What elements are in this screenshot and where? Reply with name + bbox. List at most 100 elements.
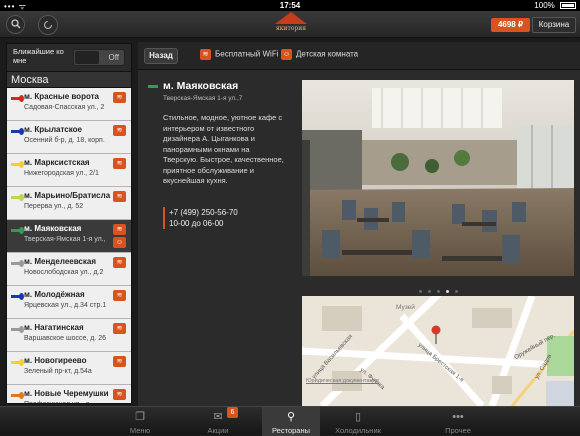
metro-line-icon [148,85,158,88]
restaurant-address: Профсоюзная ул., д. [24,401,91,403]
restaurant-station-name: м. Маяковская [163,80,239,92]
tab-location-pin[interactable]: ⚲ Рестораны [262,407,320,436]
metro-line-icon [11,293,24,300]
search-icon [10,19,20,29]
restaurant-detail-panel: Назад ≋ Бесплатный WiFi ☺ Детская комната … [138,42,580,406]
wifi-icon: ≋ [113,257,126,268]
wifi-icon: ≋ [113,224,126,235]
wifi-icon: ≋ [113,125,126,136]
restaurant-list-item[interactable]: м. Красные ворота Садовая-Спасская ул., 2… [7,88,131,121]
metro-line-icon [11,359,24,366]
metro-line-icon [11,260,24,267]
tab-fridge[interactable]: ▯ Холодильник [322,407,394,436]
location-map[interactable]: Музей улица Брестская 1-я улица Васильев… [302,296,574,406]
refresh-button[interactable] [38,15,58,35]
pager-dot[interactable] [454,290,458,293]
metro-line-icon [11,95,24,102]
restaurant-address: Перерва ул., д. 52 [24,203,84,210]
wifi-icon: ≋ [113,389,126,400]
restaurant-station-name: м. Новогиреево [24,356,87,365]
restaurant-list-item[interactable]: м. Новые Черемушки Профсоюзная ул., д. ≋ [7,385,131,403]
metro-line-icon [11,326,24,333]
pager-dot[interactable] [436,290,440,293]
restaurant-description: Стильное, модное, уютное кафе с интерьер… [163,113,284,185]
nearby-toggle[interactable]: Off [73,49,125,66]
status-time: 17:54 [279,1,301,10]
tab-label: Рестораны [272,426,310,435]
restaurant-list-item[interactable]: м. Нагатинская Варшавское шоссе, д. 26 ≋ [7,319,131,352]
fridge-icon: ▯ [354,411,362,423]
restaurant-station-name: м. Марксистская [24,158,90,167]
cart-total-button[interactable]: 4698 ₽ [491,18,530,32]
restaurant-photo[interactable] [302,80,574,276]
wifi-icon: ≋ [113,191,126,202]
pager-dot[interactable] [418,290,422,293]
photo-pager[interactable] [302,280,574,293]
metro-line-icon [11,227,24,234]
toggle-state-label: Off [108,53,119,62]
tab-gift[interactable]: ✉ Акции 6 [182,407,254,436]
restaurant-station-name: м. Крылатское [24,125,82,134]
back-button[interactable]: Назад [144,48,178,64]
detail-toolbar: Назад ≋ Бесплатный WiFi ☺ Детская комната [138,42,580,70]
top-navigation-bar: якитория 4698 ₽ Корзина [0,11,580,38]
tab-label: Акции [207,426,229,435]
brand-logo[interactable]: якитория [275,12,307,37]
restaurant-list-item[interactable]: м. Марксистская Нижегородская ул., 2/1 ≋ [7,154,131,187]
map-legal-link[interactable]: Юридическая документация [306,378,379,384]
restaurant-address: Нижегородская ул., 2/1 [24,170,99,177]
status-bar: ••• ᯤ 17:54 100% [0,0,580,11]
restaurant-station-name: м. Маяковская [24,224,82,233]
toggle-knob [75,51,99,64]
gift-icon: ✉ [213,411,223,423]
restaurant-list-item[interactable]: м. Крылатское Осенний б-р, д. 18, корп. ≋ [7,121,131,154]
metro-line-icon [11,194,24,201]
tab-menu-book[interactable]: ❐ Меню [104,407,176,436]
tab-more-dots[interactable]: ••• Прочее [422,407,494,436]
restaurant-list-item[interactable]: м. Маяковская Тверская-Ямская 1-я ул., ≋ ☺ [7,220,131,253]
more-dots-icon: ••• [452,411,464,423]
opening-hours: 10-00 до 06-00 [169,219,224,228]
pager-dot[interactable] [445,290,449,293]
restaurant-list-panel: Ближайшие ко мне Off Москва м. Красные в… [6,43,132,404]
battery-icon [560,2,576,10]
restaurant-address: Ярцевская ул., д.34 стр.1 [24,302,107,309]
tab-label: Холодильник [335,426,381,435]
pager-dot[interactable] [427,290,431,293]
restaurant-list-item[interactable]: м. Новогиреево Зеленый пр-кт, д.54а ≋ [7,352,131,385]
menu-book-icon: ❐ [135,411,145,423]
restaurant-list-item[interactable]: м. Менделеевская Новослободская ул., д.2 ≋ [7,253,131,286]
interior-photo-image [302,80,574,276]
phone-number[interactable]: +7 (499) 250-56-70 [169,207,238,218]
restaurant-station-name: м. Новые Черемушки [24,389,109,398]
search-button[interactable] [6,15,25,34]
battery-percent: 100% [534,1,555,10]
wifi-icon: ≋ [113,290,126,301]
bottom-tab-bar: ❐ Меню ✉ Акции 6 ⚲ Рестораны ▯ Холодильник ••• Про… [0,406,580,436]
contact-block: +7 (499) 250-56-70 10-00 до 06-00 [163,207,238,229]
notification-badge: 6 [227,407,238,418]
restaurant-station-name: м. Нагатинская [24,323,84,332]
location-pin-icon: ⚲ [286,411,296,423]
metro-line-icon [11,128,24,135]
restaurant-station-name: м. Марьино/Братисла [24,191,111,200]
wifi-icon: ≋ [113,92,126,103]
restaurant-list-item[interactable]: м. Марьино/Братисла Перерва ул., д. 52 ≋ [7,187,131,220]
feature-kids-label: Детская комната [296,49,359,59]
restaurant-station-name: м. Менделеевская [24,257,96,266]
restaurant-address: Тверская-Ямская 1-я ул.,7 [163,95,243,102]
cart-button[interactable]: Корзина [532,17,576,33]
restaurant-address: Новослободская ул., д.2 [24,269,104,276]
restaurant-list-item[interactable]: м. Молодёжная Ярцевская ул., д.34 стр.1 ≋ [7,286,131,319]
refresh-icon [43,20,53,30]
tab-label: Прочее [445,426,471,435]
restaurant-station-name: м. Красные ворота [24,92,100,101]
kids-room-icon: ☺ [281,49,292,60]
restaurant-address: Садовая-Спасская ул., 2 [24,104,105,111]
nearby-label: Ближайшие ко мне [13,47,64,65]
kids-room-icon: ☺ [113,237,126,248]
feature-kids-room: ☺ Детская комната [281,49,358,60]
restaurant-list: м. Красные ворота Садовая-Спасская ул., 2… [7,88,131,403]
map-label-museum: Музей [396,304,415,311]
wifi-icon: ≋ [113,158,126,169]
